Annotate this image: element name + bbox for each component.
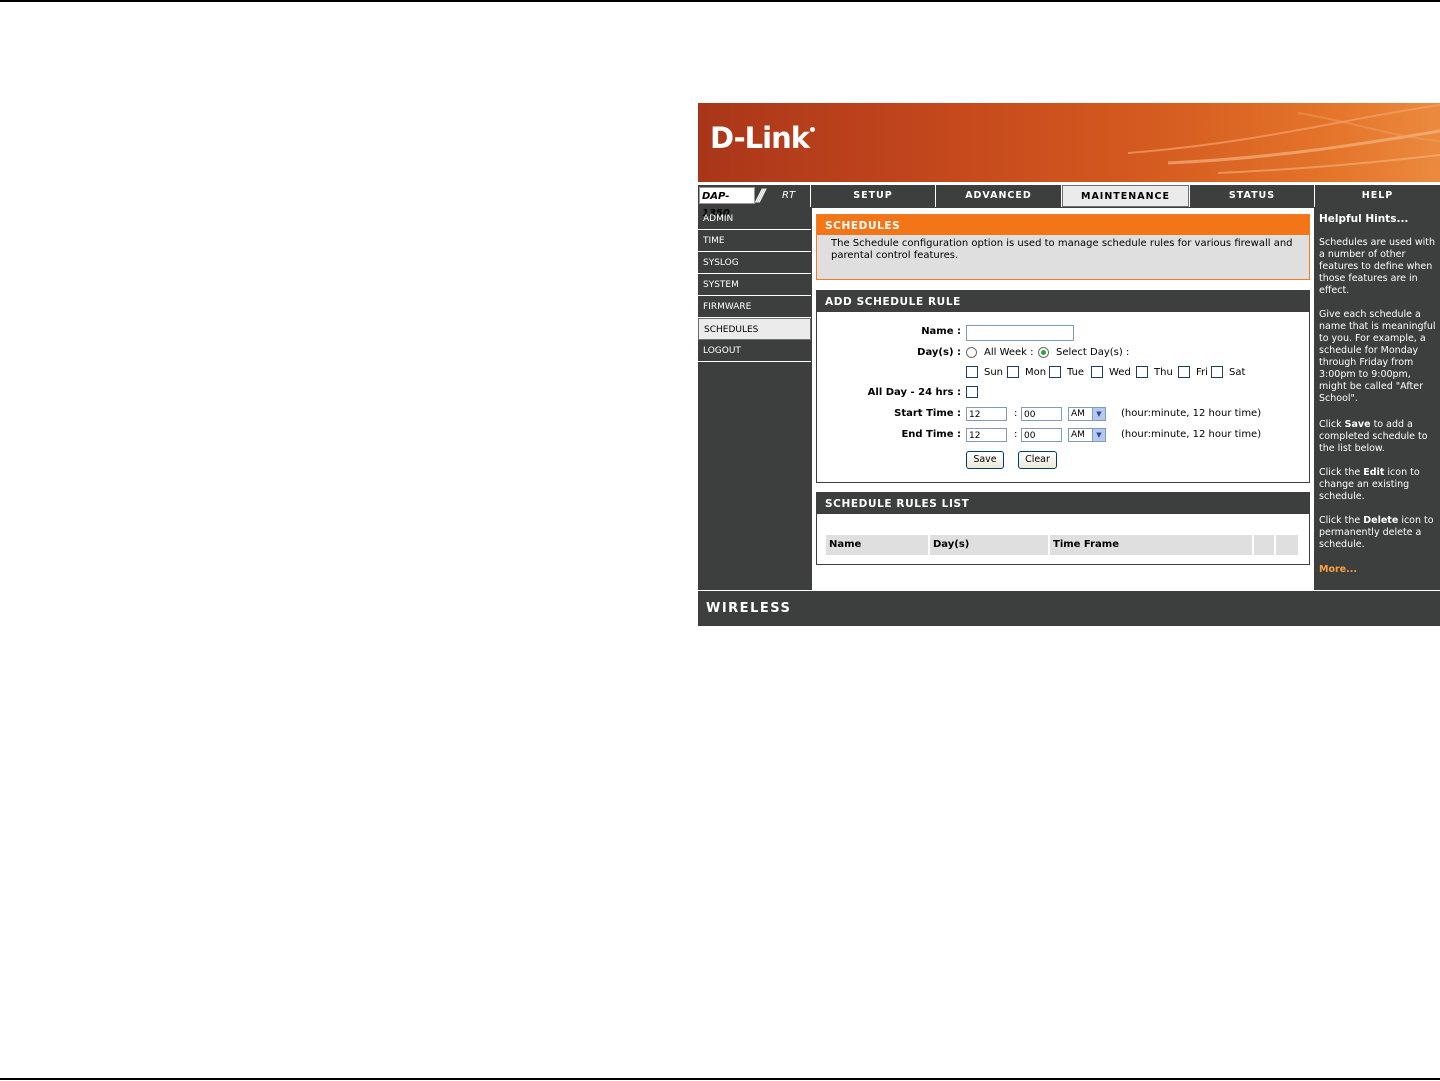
model-name: DAP-1350	[699, 187, 755, 219]
fri-checkbox[interactable]	[1178, 366, 1190, 378]
start-time-colon: :	[1014, 408, 1018, 419]
menu-item-logout[interactable]: LOGOUT	[698, 340, 811, 362]
model-suffix: RT	[782, 190, 796, 201]
mon-checkbox[interactable]	[1007, 366, 1019, 378]
chevron-down-icon: ▼	[1092, 408, 1105, 420]
fri-label: Fri	[1196, 367, 1208, 378]
wireless-logo: WIRELESS	[706, 601, 792, 616]
help-paragraph-3: Click Save to add a completed schedule t…	[1319, 419, 1428, 454]
add-schedule-rule-title: ADD SCHEDULE RULE	[817, 291, 1309, 312]
menu-item-admin[interactable]: ADMIN	[698, 208, 811, 230]
end-time-hint: (hour:minute, 12 hour time)	[1121, 429, 1262, 440]
thu-label: Thu	[1154, 367, 1173, 378]
router-admin-window: D-Link DAP-1350 /// RT SETUP ADVANCED MA…	[698, 103, 1440, 626]
help-panel: Helpful Hints... Schedules are used with…	[1315, 208, 1440, 590]
help-paragraph-4: Click the Edit icon to change an existin…	[1319, 467, 1420, 502]
footer-bar: WIRELESS	[698, 591, 1440, 626]
dlink-logo: D-Link	[710, 121, 815, 155]
start-hour-input[interactable]: 12	[966, 407, 1007, 421]
start-minute-input[interactable]: 00	[1021, 407, 1062, 421]
main-content: SCHEDULES The Schedule configuration opt…	[812, 208, 1314, 590]
help-paragraph-1: Schedules are used with a number of othe…	[1319, 237, 1436, 296]
sat-checkbox[interactable]	[1211, 366, 1223, 378]
sun-checkbox[interactable]	[966, 366, 978, 378]
more-link[interactable]: More...	[1319, 564, 1357, 576]
name-label: Name :	[921, 326, 961, 337]
tue-checkbox[interactable]	[1049, 366, 1061, 378]
model-slashes: ///	[756, 186, 765, 206]
thu-checkbox[interactable]	[1136, 366, 1148, 378]
schedule-rules-list-box: SCHEDULE RULES LIST Name Day(s) Time Fra…	[816, 492, 1310, 565]
end-time-colon: :	[1014, 429, 1018, 440]
start-ampm-select[interactable]: AM ▼	[1068, 407, 1106, 421]
tab-setup[interactable]: SETUP	[811, 185, 935, 207]
end-time-label: End Time :	[901, 429, 961, 440]
menu-item-system[interactable]: SYSTEM	[698, 274, 811, 296]
days-label: Day(s) :	[917, 347, 961, 358]
select-days-radio[interactable]	[1038, 347, 1049, 358]
menu-item-time[interactable]: TIME	[698, 230, 811, 252]
menu-item-schedules[interactable]: SCHEDULES	[698, 318, 811, 340]
menu-item-firmware[interactable]: FIRMWARE	[698, 296, 811, 318]
clear-button[interactable]: Clear	[1018, 451, 1057, 469]
end-ampm-value: AM	[1071, 430, 1085, 440]
all-week-radio[interactable]	[966, 347, 977, 358]
column-header-edit	[1254, 535, 1274, 555]
column-header-days: Day(s)	[930, 535, 1048, 555]
column-header-delete	[1276, 535, 1298, 555]
all-day-label: All Day - 24 hrs :	[867, 387, 961, 398]
tab-status[interactable]: STATUS	[1190, 185, 1314, 207]
end-minute-input[interactable]: 00	[1021, 428, 1062, 442]
wed-checkbox[interactable]	[1091, 366, 1103, 378]
add-schedule-rule-box: ADD SCHEDULE RULE Name : Day(s) : All We…	[816, 290, 1310, 483]
chevron-down-icon: ▼	[1092, 429, 1105, 441]
tab-help[interactable]: HELP	[1315, 185, 1440, 207]
all-day-checkbox[interactable]	[966, 386, 978, 398]
end-hour-input[interactable]: 12	[966, 428, 1007, 442]
column-header-time-frame: Time Frame	[1050, 535, 1252, 555]
sun-label: Sun	[984, 367, 1004, 378]
wed-label: Wed	[1109, 367, 1131, 378]
model-badge: DAP-1350 /// RT	[698, 185, 810, 219]
menu-item-syslog[interactable]: SYSLOG	[698, 252, 811, 274]
tab-advanced[interactable]: ADVANCED	[936, 185, 1061, 207]
select-days-label: Select Day(s) :	[1056, 347, 1130, 358]
bottom-rule	[0, 1078, 1440, 1080]
top-nav: DAP-1350 /// RT SETUP ADVANCED MAINTENAN…	[698, 185, 1440, 219]
top-rule	[0, 0, 1440, 2]
help-paragraph-5: Click the Delete icon to permanently del…	[1319, 515, 1434, 550]
start-time-hint: (hour:minute, 12 hour time)	[1121, 408, 1262, 419]
help-paragraph-2: Give each schedule a name that is meanin…	[1319, 309, 1436, 404]
help-title: Helpful Hints...	[1319, 213, 1409, 225]
schedules-info-box: SCHEDULES The Schedule configuration opt…	[816, 214, 1310, 280]
schedules-description: The Schedule configuration option is use…	[831, 238, 1293, 261]
mon-label: Mon	[1025, 367, 1047, 378]
header-banner: D-Link	[698, 103, 1440, 182]
sat-label: Sat	[1229, 367, 1246, 378]
tab-maintenance[interactable]: MAINTENANCE	[1062, 185, 1189, 207]
start-ampm-value: AM	[1071, 409, 1085, 419]
save-button[interactable]: Save	[966, 451, 1004, 469]
left-menu: ADMIN TIME SYSLOG SYSTEM FIRMWARE SCHEDU…	[698, 208, 811, 362]
all-week-label: All Week :	[984, 347, 1034, 358]
tue-label: Tue	[1067, 367, 1085, 378]
schedules-title: SCHEDULES	[817, 215, 1309, 235]
column-header-name: Name	[826, 535, 928, 555]
name-input[interactable]	[966, 325, 1074, 341]
end-ampm-select[interactable]: AM ▼	[1068, 428, 1106, 442]
schedule-rules-list-title: SCHEDULE RULES LIST	[817, 493, 1309, 514]
start-time-label: Start Time :	[894, 408, 961, 419]
